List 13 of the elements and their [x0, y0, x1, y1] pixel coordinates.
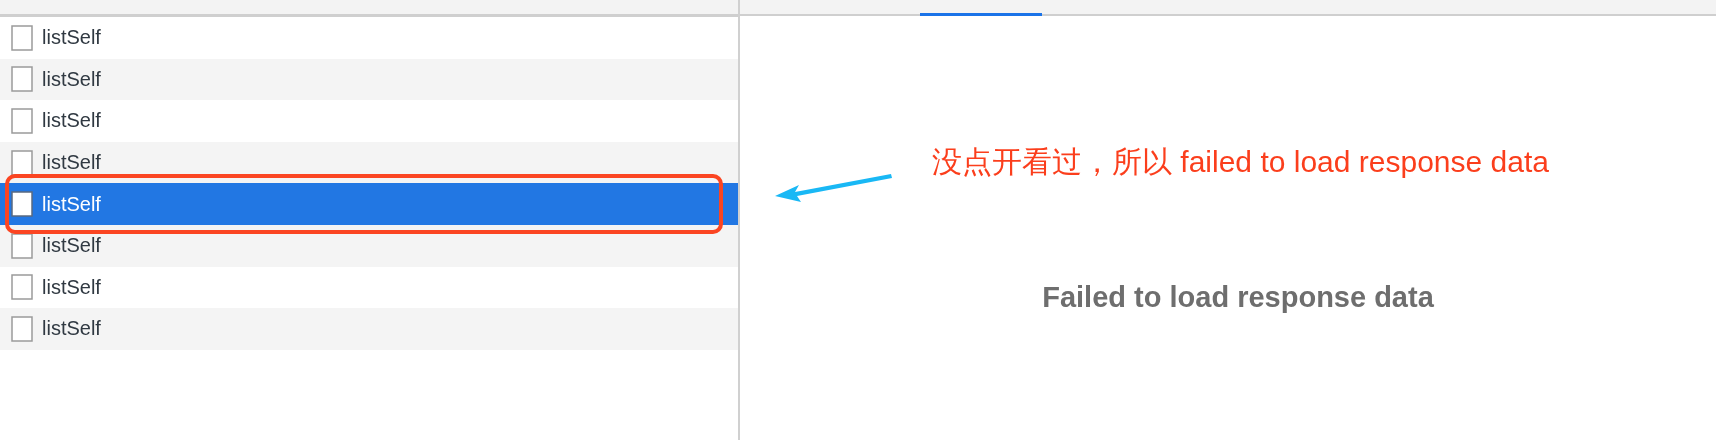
file-icon [11, 149, 33, 176]
file-icon [11, 66, 33, 93]
file-icon [11, 274, 33, 301]
file-icon [11, 232, 33, 259]
file-icon [11, 191, 33, 218]
request-row[interactable]: listSelf [0, 308, 738, 350]
file-icon [11, 24, 33, 51]
annotation-text: 没点开看过，所以 failed to load response data [932, 144, 1549, 180]
file-icon [11, 315, 33, 342]
file-icon [11, 108, 33, 134]
empty-message: Failed to load response data [1042, 281, 1434, 314]
request-row[interactable]: listSelf [0, 58, 738, 101]
request-row[interactable]: listSelf [0, 183, 738, 225]
